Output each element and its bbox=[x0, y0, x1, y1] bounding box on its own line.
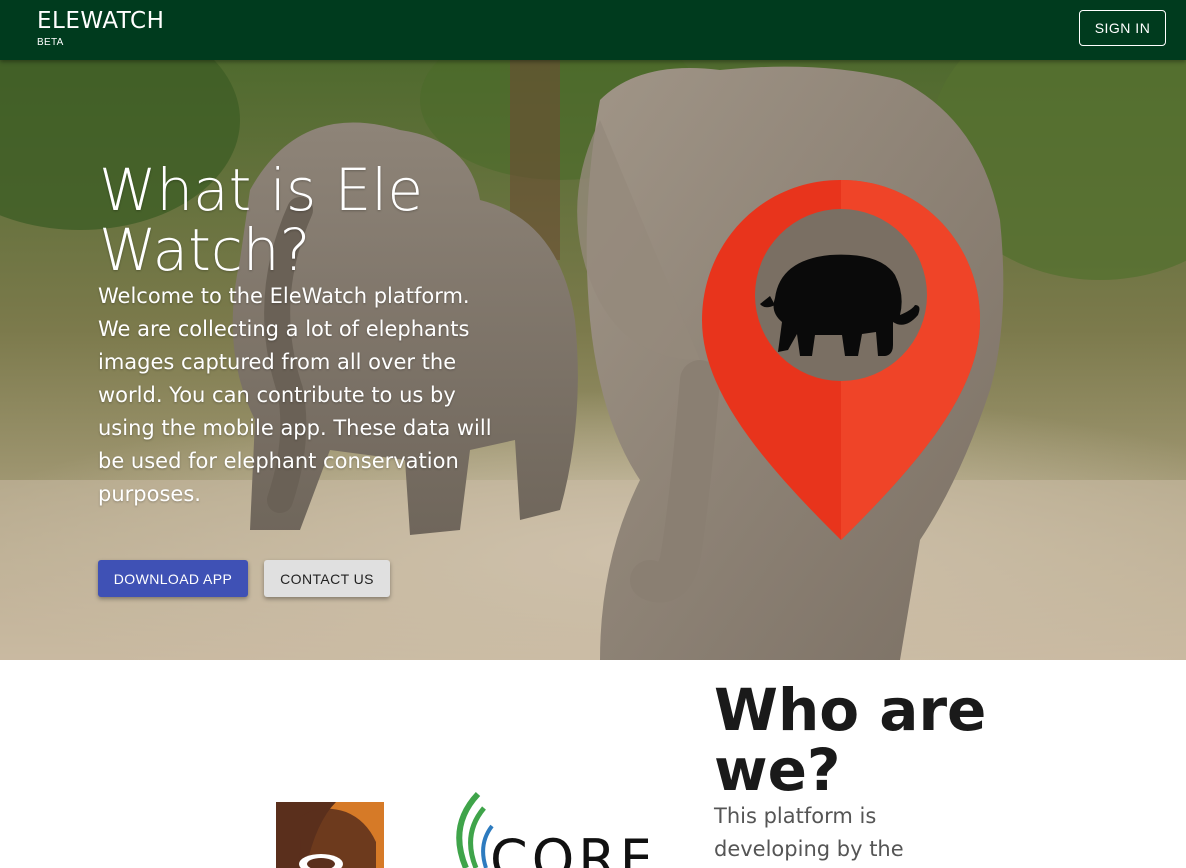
partner-logo-1 bbox=[276, 802, 384, 868]
who-are-we-description: This platform is developing by the bbox=[714, 804, 904, 861]
app-bar: ELEWATCH BETA SIGN IN bbox=[0, 0, 1186, 60]
brand-title: ELEWATCH bbox=[37, 8, 165, 34]
brand-subtitle: BETA bbox=[37, 37, 64, 48]
download-app-button[interactable]: DOWNLOAD APP bbox=[98, 560, 248, 597]
partner-logo-2: CORE bbox=[448, 786, 648, 868]
hero-description: Welcome to the EleWatch platform. We are… bbox=[98, 284, 492, 506]
contact-us-button[interactable]: CONTACT US bbox=[264, 560, 390, 597]
hero-title: What is Ele Watch? bbox=[99, 156, 424, 284]
who-are-we-title: Who are we? bbox=[714, 676, 987, 804]
sign-in-button[interactable]: SIGN IN bbox=[1079, 10, 1166, 46]
hero-section: What is Ele Watch? Welcome to the EleWat… bbox=[0, 60, 1186, 660]
partner-logo-1-art bbox=[276, 802, 384, 868]
partner-logo-2-text: CORE bbox=[490, 828, 648, 868]
brand[interactable]: ELEWATCH BETA bbox=[37, 7, 164, 49]
